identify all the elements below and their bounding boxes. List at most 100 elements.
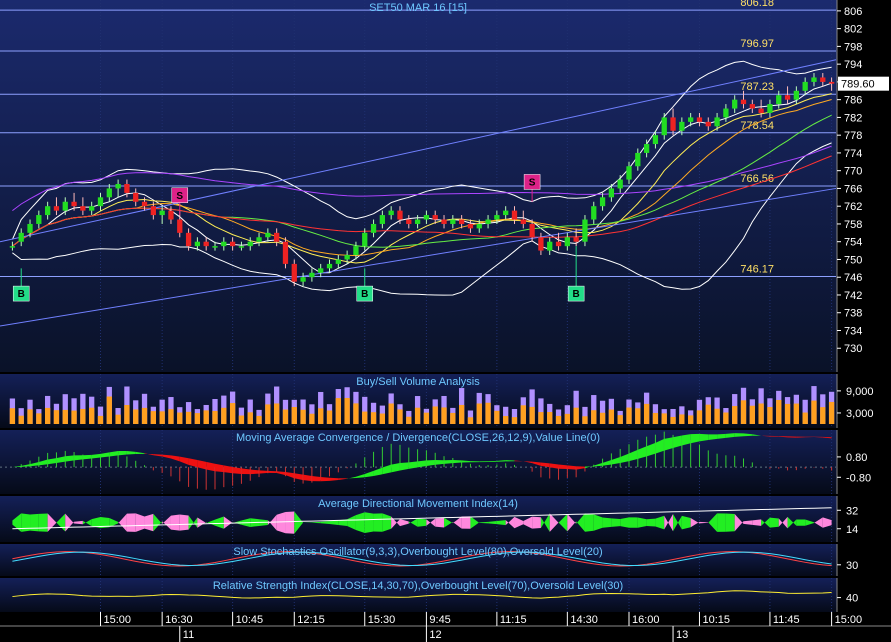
price-tick-label: 738 [844,308,862,320]
candle-body [758,108,764,113]
volume-bar-buy [802,412,808,424]
last-price-label: 789.60 [841,79,875,91]
volume-bar-buy [282,409,289,424]
candle-body [141,201,148,207]
volume-bar-buy [406,416,412,424]
candle-body [238,246,245,248]
volume-bar-buy [476,403,482,424]
candle-body [203,241,209,247]
price-tick-label: 794 [844,59,862,71]
volume-bar-buy [309,413,315,424]
candle-body [555,241,562,247]
candle-body [97,197,104,207]
volume-bar-buy [221,407,227,424]
candle-body [485,219,491,224]
price-tick-label: 798 [844,41,862,53]
volume-bar-buy [203,410,209,424]
candle-body [18,232,24,242]
volume-bar-buy [212,410,218,424]
candle-body [591,206,597,220]
volume-bar-buy [80,408,86,424]
candle-body [106,188,112,198]
volume-bar-buy [820,407,826,424]
adx-ribbon-segment [602,517,612,528]
price-tick-label: 746 [844,272,862,284]
volume-bar-buy [36,413,42,424]
volume-bar-buy [71,410,77,424]
volume-bar-buy [503,416,509,424]
volume-bar-buy [555,415,562,424]
volume-bar-buy [776,399,782,424]
adx-ribbon-segment [364,512,374,533]
volume-bar-buy [238,415,245,424]
indicator-tick-label: 3,000 [846,408,874,420]
time-tick-label: 14:30 [570,614,598,626]
time-tick-label: 16:30 [165,614,193,626]
adx-ribbon-segment [435,517,445,528]
candle-body [177,219,183,233]
volume-bar-buy [229,403,236,424]
candle-body [476,223,482,229]
candle-body [661,117,667,136]
volume-bar-buy [18,415,24,424]
signal-label: S [176,191,183,202]
volume-bar-buy [529,406,535,424]
volume-bar-buy [150,411,156,424]
candle-body [406,219,412,224]
buy-signal-marker: B [12,285,30,302]
candle-body [749,104,755,109]
candle-body [326,263,333,269]
volume-bar-buy [185,411,192,424]
indicator-tick-label: -0.80 [846,472,871,484]
level-label: 778.54 [740,120,774,132]
volume-bar-buy [511,417,518,424]
volume-bar-buy [353,403,359,424]
candle-body [247,241,253,247]
volume-bar-buy [811,400,817,424]
candle-body [423,215,430,220]
volume-bar-buy [450,412,456,424]
candle-body [71,201,77,207]
candle-body [529,223,535,238]
adx-ribbon-segment [532,516,541,529]
candle-body [9,246,16,248]
buy-signal-marker: B [567,285,585,302]
time-tick-label: 15:30 [368,614,396,626]
time-tick-label: 10:45 [236,614,264,626]
adx-ribbon-segment [629,517,638,528]
candle-body [732,99,738,109]
candle-body [414,219,421,224]
volume-bar-buy [679,414,685,424]
candle-body [643,144,650,153]
candle-body [820,77,826,82]
volume-bar-buy [441,407,447,424]
volume-bar-buy [494,410,500,424]
price-tick-label: 774 [844,148,862,160]
volume-bar-buy [617,415,623,424]
volume-bar-buy [414,407,421,424]
candle-body [168,210,174,220]
chart-window: 8068027987947907867827787747707667627587… [0,0,891,642]
candle-body [229,241,236,247]
candle-body [617,179,623,189]
adx-ribbon-segment [417,518,427,527]
volume-bar-buy [670,416,676,424]
time-tick-label: 11:15 [500,614,527,626]
indicator-title: Average Directional Movement Index(14) [318,498,518,510]
candle-body [670,117,676,131]
adx-ribbon-segment [170,514,180,531]
adx-ribbon-segment [38,513,48,532]
trading-chart[interactable]: 8068027987947907867827787747707667627587… [0,0,891,642]
volume-bar-buy [626,407,632,424]
volume-bar-buy [247,412,253,424]
indicator-title: Buy/Sell Volume Analysis [356,376,480,388]
candle-body [44,206,51,216]
volume-bar-buy [467,417,474,424]
candle-body [582,219,588,242]
price-tick-label: 754 [844,237,862,249]
volume-bar-buy [767,407,773,424]
adx-ribbon-segment [584,513,594,532]
indicator-tick-label: 40 [846,593,858,605]
candle-body [784,95,791,100]
level-label: 796.97 [740,38,774,50]
